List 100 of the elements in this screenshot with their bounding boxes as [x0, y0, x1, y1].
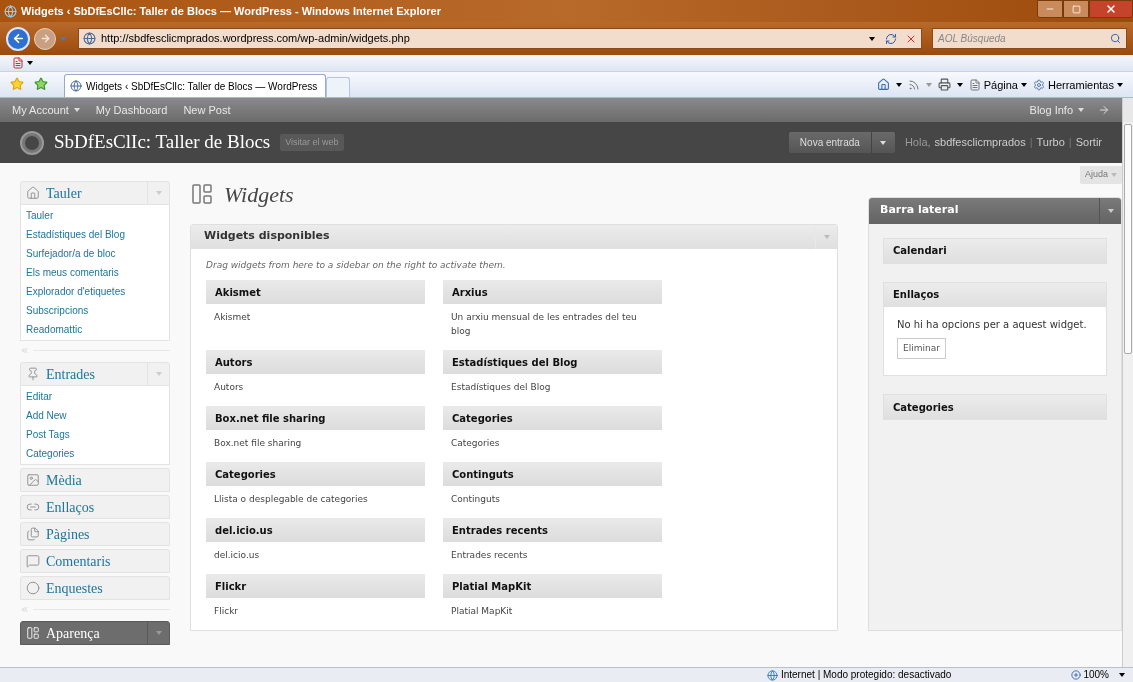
caret-icon — [869, 36, 875, 41]
caret-icon — [1119, 673, 1125, 677]
widget-title[interactable]: Entrades recents — [443, 518, 662, 542]
history-caret-icon — [60, 36, 66, 41]
page-title: Widgets — [224, 180, 294, 209]
caret-icon — [880, 140, 887, 145]
browser-tab[interactable]: Widgets ‹ SbDfEsClIc: Taller de Blocs — WordPress — [64, 74, 326, 97]
forward-button[interactable] — [34, 27, 56, 50]
widget-description: Estadístiques del Blog — [450, 381, 552, 394]
menu-item[interactable]: Post Tags — [21, 425, 169, 444]
widget-title[interactable]: Autors — [206, 350, 425, 374]
back-arrow-icon — [11, 32, 25, 45]
menu-label: Mèdia — [46, 471, 83, 490]
sidebar-widget[interactable]: Categories — [883, 394, 1107, 420]
admin-bar-link[interactable]: Blog Info — [1029, 101, 1084, 119]
menu-section[interactable]: Aparença — [20, 621, 170, 645]
header-link[interactable]: Sortir — [1075, 134, 1102, 151]
menu-section[interactable]: Entrades — [20, 362, 170, 386]
separator-text: | — [1029, 135, 1033, 151]
site-icon — [83, 32, 96, 45]
widget-title[interactable]: Platial MapKit — [443, 574, 662, 598]
menu-item[interactable]: Readomattic — [21, 320, 169, 339]
widget-title[interactable]: Box.net file sharing — [206, 406, 425, 430]
greeting-text: Hola, — [904, 135, 931, 151]
widget-title[interactable]: Estadístiques del Blog — [443, 350, 662, 374]
feed-icon[interactable] — [907, 78, 920, 91]
caret-icon — [27, 61, 33, 65]
help-button[interactable]: Ajuda — [1079, 166, 1122, 184]
widget-description: Autors — [213, 381, 245, 394]
menu-section[interactable]: Comentaris — [20, 549, 170, 573]
menu-item[interactable]: Editar — [21, 387, 169, 406]
page-icon — [968, 78, 981, 91]
scrollbar[interactable] — [1122, 98, 1133, 667]
link-icon — [26, 500, 40, 514]
zoom-level[interactable]: 100% — [1083, 669, 1109, 681]
search-icon[interactable] — [1110, 33, 1121, 44]
menu-item[interactable]: Tauler — [21, 206, 169, 225]
delete-button[interactable]: Eliminar — [897, 337, 946, 359]
minimize-button[interactable] — [1037, 0, 1063, 18]
menu-label: Enquestes — [46, 579, 104, 598]
image-icon — [26, 473, 40, 487]
widget-message: No hi ha opcions per a aquest widget. — [897, 317, 1088, 332]
widget-title[interactable]: Categories — [443, 406, 662, 430]
caret-icon — [155, 631, 162, 635]
menu-item[interactable]: Subscripcions — [21, 301, 169, 320]
caret-icon — [155, 191, 162, 195]
caret-icon — [1078, 108, 1084, 112]
arrow-icon[interactable] — [1098, 104, 1110, 116]
toolbar-document-icon[interactable] — [12, 57, 24, 69]
menu-item[interactable]: Categories — [21, 444, 169, 463]
menu-label: Enllaços — [46, 498, 96, 517]
menu-section[interactable]: Mèdia — [20, 468, 170, 492]
sidebar-widget[interactable]: Enllaços No hi ha opcions per a aquest widget. Eliminar — [883, 281, 1107, 376]
menu-item[interactable]: Estadístiques del Blog — [21, 225, 169, 244]
widget-title: Categories — [893, 400, 954, 415]
star-icon[interactable] — [10, 77, 24, 91]
separator-text: | — [1068, 135, 1072, 151]
admin-bar-link[interactable]: My Dashboard — [95, 101, 168, 119]
caret-icon — [1111, 172, 1117, 177]
menu-item[interactable]: Add New — [21, 406, 169, 425]
widget-title[interactable]: del.icio.us — [206, 518, 425, 542]
page-menu[interactable]: Página — [968, 76, 1027, 93]
close-button[interactable] — [1089, 0, 1133, 18]
wordpress-logo-icon — [20, 130, 44, 155]
refresh-icon[interactable] — [885, 32, 897, 45]
menu-label: Tauler — [46, 184, 83, 203]
home-icon[interactable] — [876, 78, 890, 92]
menu-item[interactable]: Els meus comentaris — [21, 263, 169, 282]
print-icon[interactable] — [937, 78, 951, 92]
header-link[interactable]: Turbo — [1036, 134, 1065, 151]
back-button[interactable] — [6, 26, 30, 51]
zoom-icon[interactable] — [1071, 670, 1082, 680]
house-icon — [26, 186, 40, 200]
browser-logo-icon — [4, 4, 17, 18]
menu-section[interactable]: Pàgines — [20, 522, 170, 546]
sidebar-widget[interactable]: Calendari — [883, 237, 1107, 264]
caret-icon — [1117, 82, 1123, 87]
menu-item[interactable]: Explorador d'etiquetes — [21, 282, 169, 301]
menu-section[interactable]: Enllaços — [20, 495, 170, 519]
menu-item[interactable]: Surfejador/a de bloc — [21, 244, 169, 263]
maximize-button[interactable] — [1063, 0, 1089, 18]
widget-description: del.icio.us — [213, 549, 261, 562]
address-field[interactable]: http://sbdfesclicmprados.wordpress.com/wp-admin/widgets.php — [78, 28, 922, 49]
caret-icon — [895, 82, 902, 87]
admin-bar-link[interactable]: New Post — [183, 101, 231, 119]
widget-title[interactable]: Continguts — [443, 462, 662, 486]
menu-section[interactable]: Tauler — [20, 181, 170, 205]
add-favorite-icon[interactable] — [34, 77, 48, 91]
widget-description: Flickr — [213, 605, 240, 618]
caret-icon — [155, 372, 162, 376]
user-link[interactable]: sbdfesclicmprados — [934, 134, 1026, 151]
menu-section[interactable]: Enquestes — [20, 576, 170, 600]
widget-title[interactable]: Arxius — [443, 280, 662, 304]
widget-title[interactable]: Flickr — [206, 574, 425, 598]
widget-title[interactable]: Akismet — [206, 280, 425, 304]
admin-bar-link[interactable]: My Account — [12, 101, 80, 119]
tools-menu[interactable]: Herramientas — [1032, 76, 1123, 93]
widget-title[interactable]: Categories — [206, 462, 425, 486]
forward-arrow-icon — [39, 33, 51, 44]
site-title: SbDfEsClIc: Taller de Blocs — [54, 130, 271, 155]
